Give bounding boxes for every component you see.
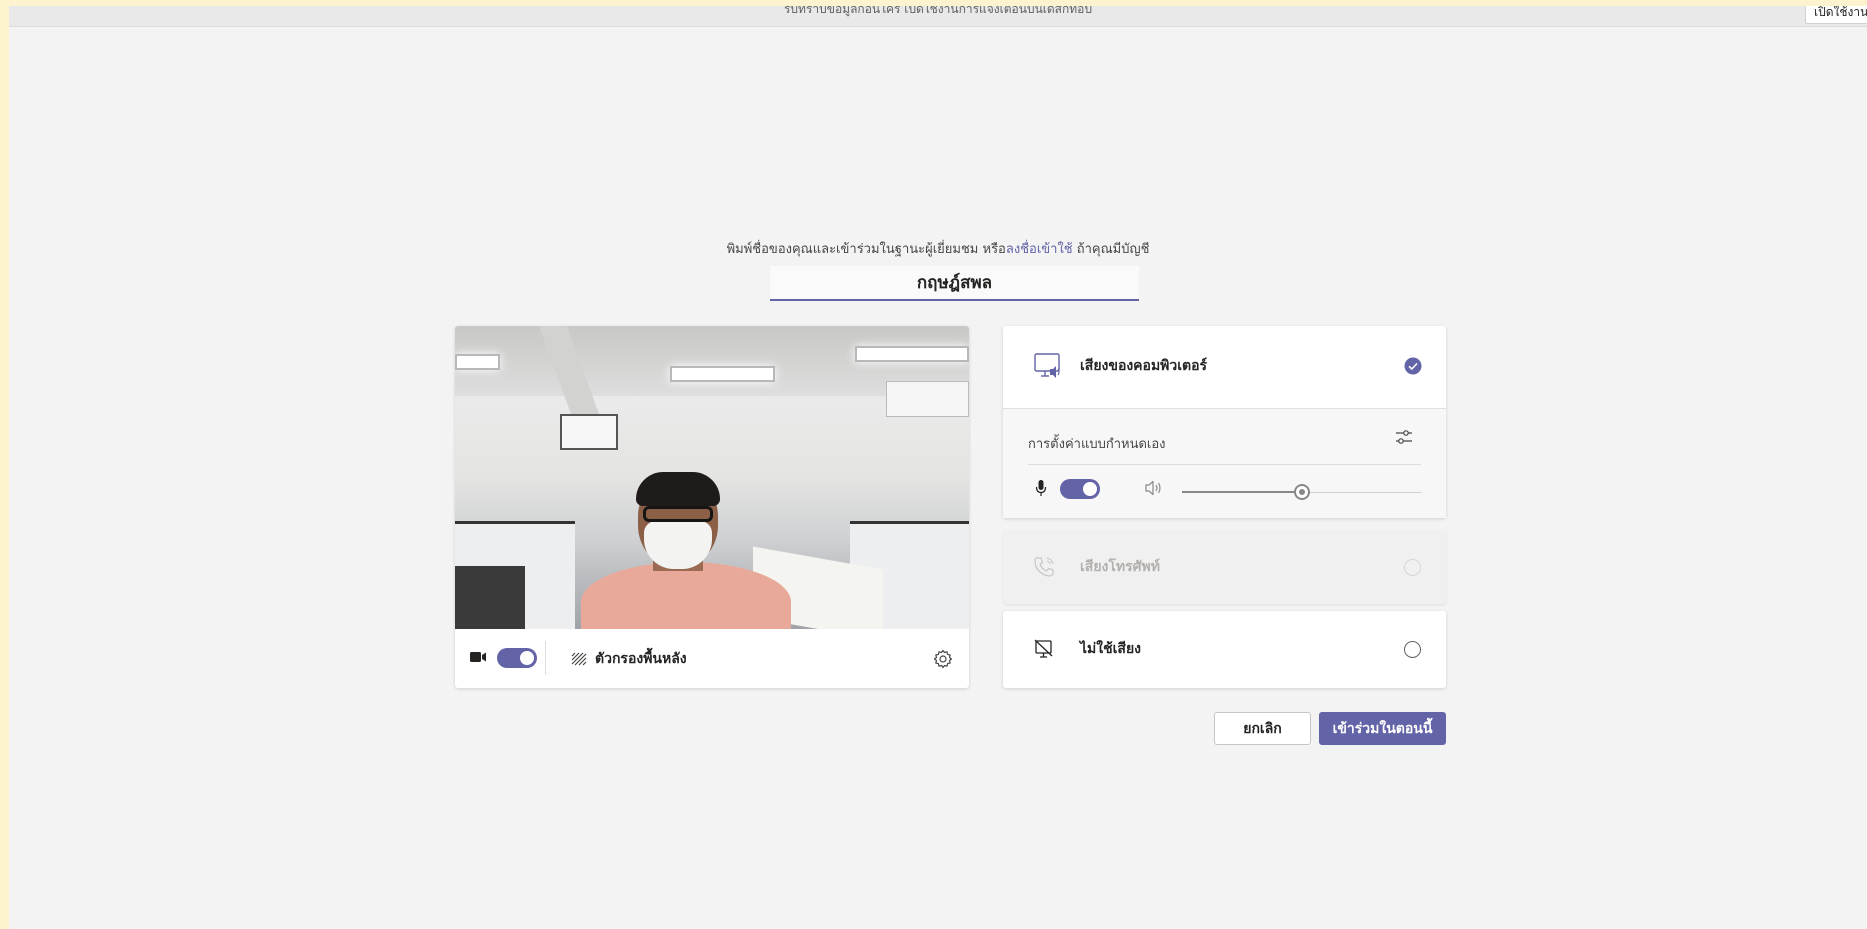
camera-preview	[455, 326, 969, 629]
custom-setup-label: การตั้งค่าแบบกำหนดเอง	[1028, 437, 1166, 452]
join-now-button[interactable]: เข้าร่วมในตอนนี้	[1319, 712, 1446, 745]
phone-audio-card: เสียงโทรศัพท์	[1003, 530, 1446, 604]
enable-notifications-button[interactable]: เปิดใช้งาน	[1805, 6, 1867, 24]
join-prompt-text: พิมพ์ชื่อของคุณและเข้าร่วมในฐานะผู้เยี่ย…	[726, 242, 1006, 257]
person-hair	[636, 472, 720, 506]
ceiling-light	[855, 346, 969, 362]
computer-audio-label: เสียงของคอมพิวเตอร์	[1080, 358, 1208, 374]
banner-text: รับทราบข้อมูลก่อนใคร เปิดใช้งานการแจ้งเต…	[783, 6, 1092, 16]
controls-divider	[545, 641, 546, 675]
video-controls: ตัวกรองพื้นหลัง	[455, 629, 969, 688]
no-audio-icon	[1034, 639, 1053, 658]
cancel-button[interactable]: ยกเลิก	[1214, 712, 1311, 745]
computer-audio-card[interactable]: เสียงของคอมพิวเตอร์ การตั้งค่าแบบกำหนดเอ…	[1003, 326, 1446, 518]
background-filter-label: ตัวกรองพื้นหลัง	[595, 651, 687, 667]
custom-setup-divider	[1028, 464, 1421, 465]
background-filter-icon	[571, 652, 587, 666]
speaker-volume-slider[interactable]	[1294, 484, 1310, 500]
background-filter-button[interactable]: ตัวกรองพื้นหลัง	[571, 648, 687, 670]
video-camera-icon	[470, 652, 486, 662]
eyeglasses	[643, 506, 713, 522]
computer-audio-option[interactable]: เสียงของคอมพิวเตอร์	[1003, 326, 1446, 406]
ceiling-light	[670, 366, 775, 382]
camera-toggle[interactable]	[497, 648, 537, 668]
computer-speaker-icon	[1034, 353, 1060, 378]
video-preview-card: ตัวกรองพื้นหลัง	[455, 326, 969, 688]
phone-icon	[1034, 557, 1054, 577]
device-settings-sliders-icon[interactable]	[1395, 428, 1413, 446]
office-printer	[455, 566, 525, 629]
prejoin-screen: รับทราบข้อมูลก่อนใคร เปิดใช้งานการแจ้งเต…	[9, 6, 1867, 929]
phone-audio-option: เสียงโทรศัพท์	[1003, 527, 1446, 607]
sign-in-link[interactable]: ลงชื่อเข้าใช้	[1006, 242, 1073, 257]
join-prompt: พิมพ์ชื่อของคุณและเข้าร่วมในฐานะผู้เยี่ย…	[9, 238, 1867, 259]
no-audio-option[interactable]: ไม่ใช้เสียง	[1003, 609, 1446, 689]
speaker-volume-fill	[1182, 491, 1302, 493]
air-conditioner	[886, 381, 969, 417]
no-audio-card[interactable]: ไม่ใช้เสียง	[1003, 611, 1446, 688]
name-input[interactable]	[770, 266, 1139, 301]
phone-audio-label: เสียงโทรศัพท์	[1080, 559, 1160, 575]
microphone-toggle[interactable]	[1060, 479, 1100, 499]
selected-check-icon	[1404, 357, 1422, 375]
ceiling-light	[455, 354, 500, 370]
custom-setup-panel: การตั้งค่าแบบกำหนดเอง	[1003, 408, 1446, 518]
wall-panel	[560, 414, 618, 450]
device-settings-gear-icon[interactable]	[933, 649, 953, 669]
microphone-icon	[1035, 480, 1047, 496]
join-prompt-suffix: ถ้าคุณมีบัญชี	[1072, 242, 1150, 257]
no-audio-label: ไม่ใช้เสียง	[1080, 641, 1141, 657]
notification-banner: รับทราบข้อมูลก่อนใคร เปิดใช้งานการแจ้งเต…	[9, 6, 1867, 27]
speaker-icon	[1145, 480, 1161, 496]
phone-audio-radio	[1404, 558, 1421, 576]
no-audio-radio[interactable]	[1404, 640, 1421, 658]
